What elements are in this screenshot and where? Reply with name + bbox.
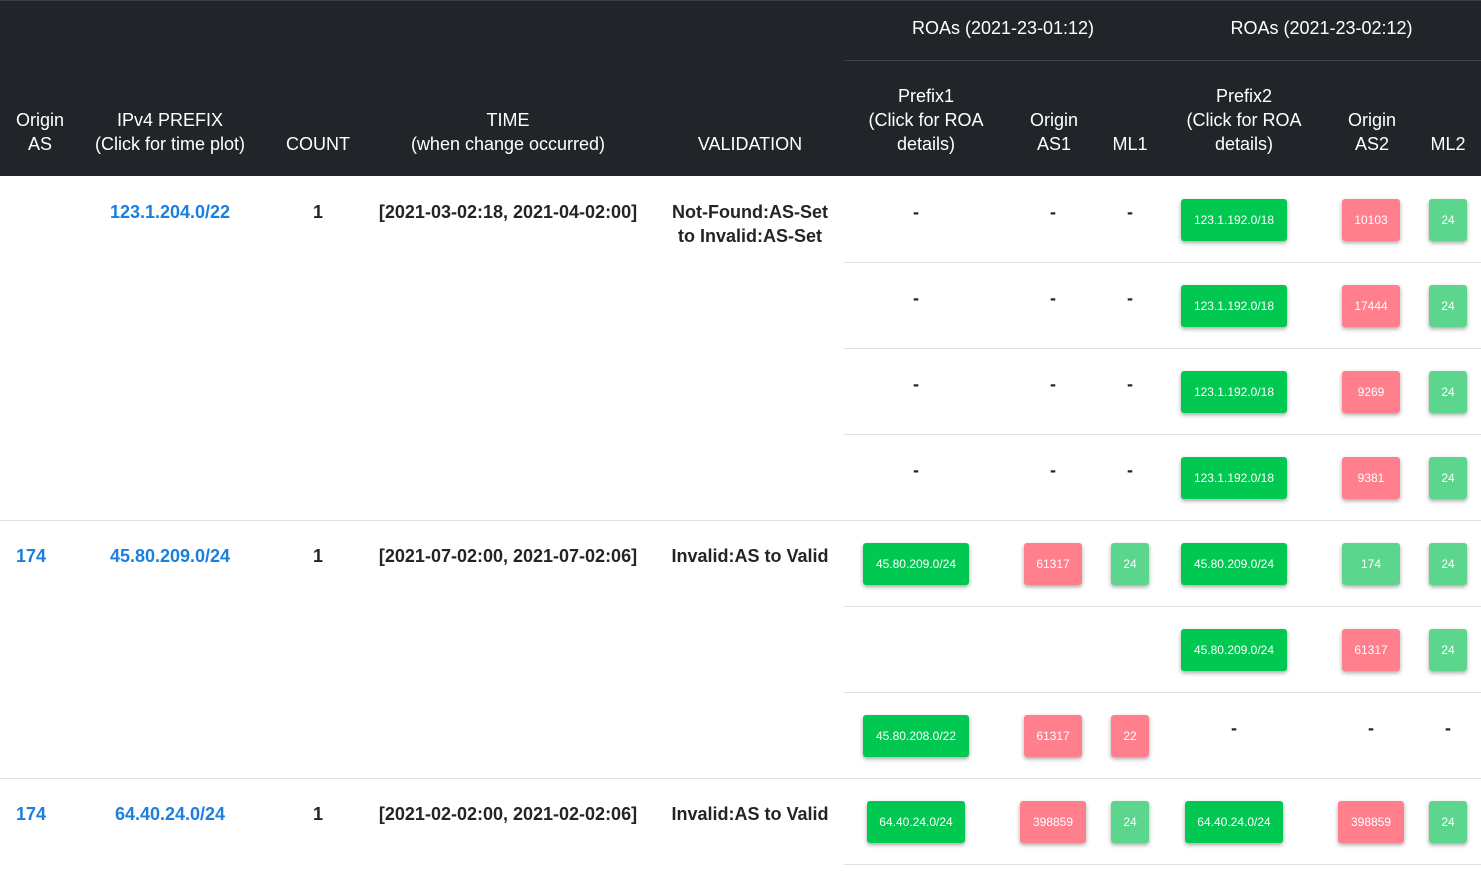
header-origin-as: Origin AS [15,110,64,154]
prefix1-badge[interactable]: 64.40.24.0/24 [867,801,965,843]
prefix2-badge[interactable]: 123.1.192.0/18 [1181,199,1287,241]
prefix1-badge[interactable]: 45.80.209.0/24 [863,543,969,585]
header-time: TIME (when change occurred) [410,110,606,154]
origin-as1-badge: 61317 [1024,715,1082,757]
header-group-roas-1: ROAs (2021-23-01:12) [911,18,1095,38]
group-divider [0,520,1481,521]
origin-as2-badge: 17444 [1342,285,1400,327]
origin-as1-empty: - [1050,288,1056,308]
validation-status: Invalid:AS to Valid [671,546,829,566]
ml2-badge: 24 [1429,457,1467,499]
validation-status: Invalid:AS to Valid [671,804,829,824]
header-origin-as1: Origin AS1 [1029,110,1078,154]
ipv4-prefix-link[interactable]: 45.80.209.0/24 [80,544,260,568]
ml2-empty: - [1445,718,1451,738]
count-value: 1 [312,804,323,824]
origin-as2-empty: - [1368,718,1374,738]
count-value: 1 [312,202,323,222]
ml2-badge: 24 [1429,629,1467,671]
header-ipv4-prefix: IPv4 PREFIX (Click for time plot) [94,110,246,154]
row-divider [844,348,1481,349]
ml2-badge: 24 [1429,285,1467,327]
origin-as2-badge: 9381 [1342,457,1400,499]
table-header: ROAs (2021-23-01:12) ROAs (2021-23-02:12… [0,0,1481,176]
prefix1-badge[interactable]: 45.80.208.0/22 [863,715,969,757]
origin-as2-badge: 61317 [1342,629,1400,671]
header-validation: VALIDATION [697,134,803,154]
prefix2-badge[interactable]: 123.1.192.0/18 [1181,285,1287,327]
prefix1-empty: - [913,288,919,308]
header-group-roas-2: ROAs (2021-23-02:12) [1230,18,1413,38]
ml1-empty: - [1127,374,1133,394]
ml2-badge: 24 [1429,371,1467,413]
origin-as2-badge: 10103 [1342,199,1400,241]
origin-as-link[interactable]: 174 [0,544,62,568]
origin-as2-badge: 174 [1342,543,1400,585]
header-prefix2: Prefix2 (Click for ROA details) [1186,86,1302,154]
validation-status: Not-Found:AS-Set to Invalid:AS-Set [672,202,828,246]
prefix2-badge[interactable]: 45.80.209.0/24 [1181,543,1287,585]
row-divider [844,606,1481,607]
origin-as1-badge: 398859 [1020,801,1086,843]
header-count: COUNT [286,134,350,154]
header-origin-as2: Origin AS2 [1347,110,1396,154]
origin-as1-empty: - [1050,374,1056,394]
row-divider [844,692,1481,693]
origin-as-link[interactable]: 174 [0,802,62,826]
group-divider [0,778,1481,779]
origin-as2-badge: 398859 [1338,801,1404,843]
ml2-badge: 24 [1429,801,1467,843]
origin-as2-badge: 9269 [1342,371,1400,413]
header-ml2: ML2 [1430,134,1466,154]
prefix2-badge[interactable]: 45.80.209.0/24 [1181,629,1287,671]
ml1-badge: 22 [1111,715,1149,757]
header-ml1: ML1 [1112,134,1148,154]
count-value: 1 [312,546,323,566]
prefix2-badge[interactable]: 123.1.192.0/18 [1181,457,1287,499]
ml1-empty: - [1127,202,1133,222]
ipv4-prefix-link[interactable]: 123.1.204.0/22 [80,200,260,224]
prefix1-empty: - [913,202,919,222]
prefix1-empty: - [913,374,919,394]
ml1-badge: 24 [1111,543,1149,585]
row-divider [844,262,1481,263]
header-group-divider [844,60,1481,61]
ml1-badge: 24 [1111,801,1149,843]
ml1-empty: - [1127,460,1133,480]
prefix2-badge[interactable]: 123.1.192.0/18 [1181,371,1287,413]
origin-as1-empty: - [1050,202,1056,222]
header-prefix1: Prefix1 (Click for ROA details) [868,86,984,154]
time-range: [2021-03-02:18, 2021-04-02:00] [378,202,638,222]
row-divider [844,434,1481,435]
ml2-badge: 24 [1429,199,1467,241]
prefix2-badge[interactable]: 64.40.24.0/24 [1185,801,1283,843]
ml1-empty: - [1127,288,1133,308]
prefix2-empty: - [1231,718,1237,738]
ml2-badge: 24 [1429,543,1467,585]
row-divider [844,864,1481,865]
time-range: [2021-02-02:00, 2021-02-02:06] [378,804,638,824]
origin-as1-empty: - [1050,460,1056,480]
origin-as1-badge: 61317 [1024,543,1082,585]
ipv4-prefix-link[interactable]: 64.40.24.0/24 [80,802,260,826]
prefix1-empty: - [913,460,919,480]
time-range: [2021-07-02:00, 2021-07-02:06] [378,546,638,566]
